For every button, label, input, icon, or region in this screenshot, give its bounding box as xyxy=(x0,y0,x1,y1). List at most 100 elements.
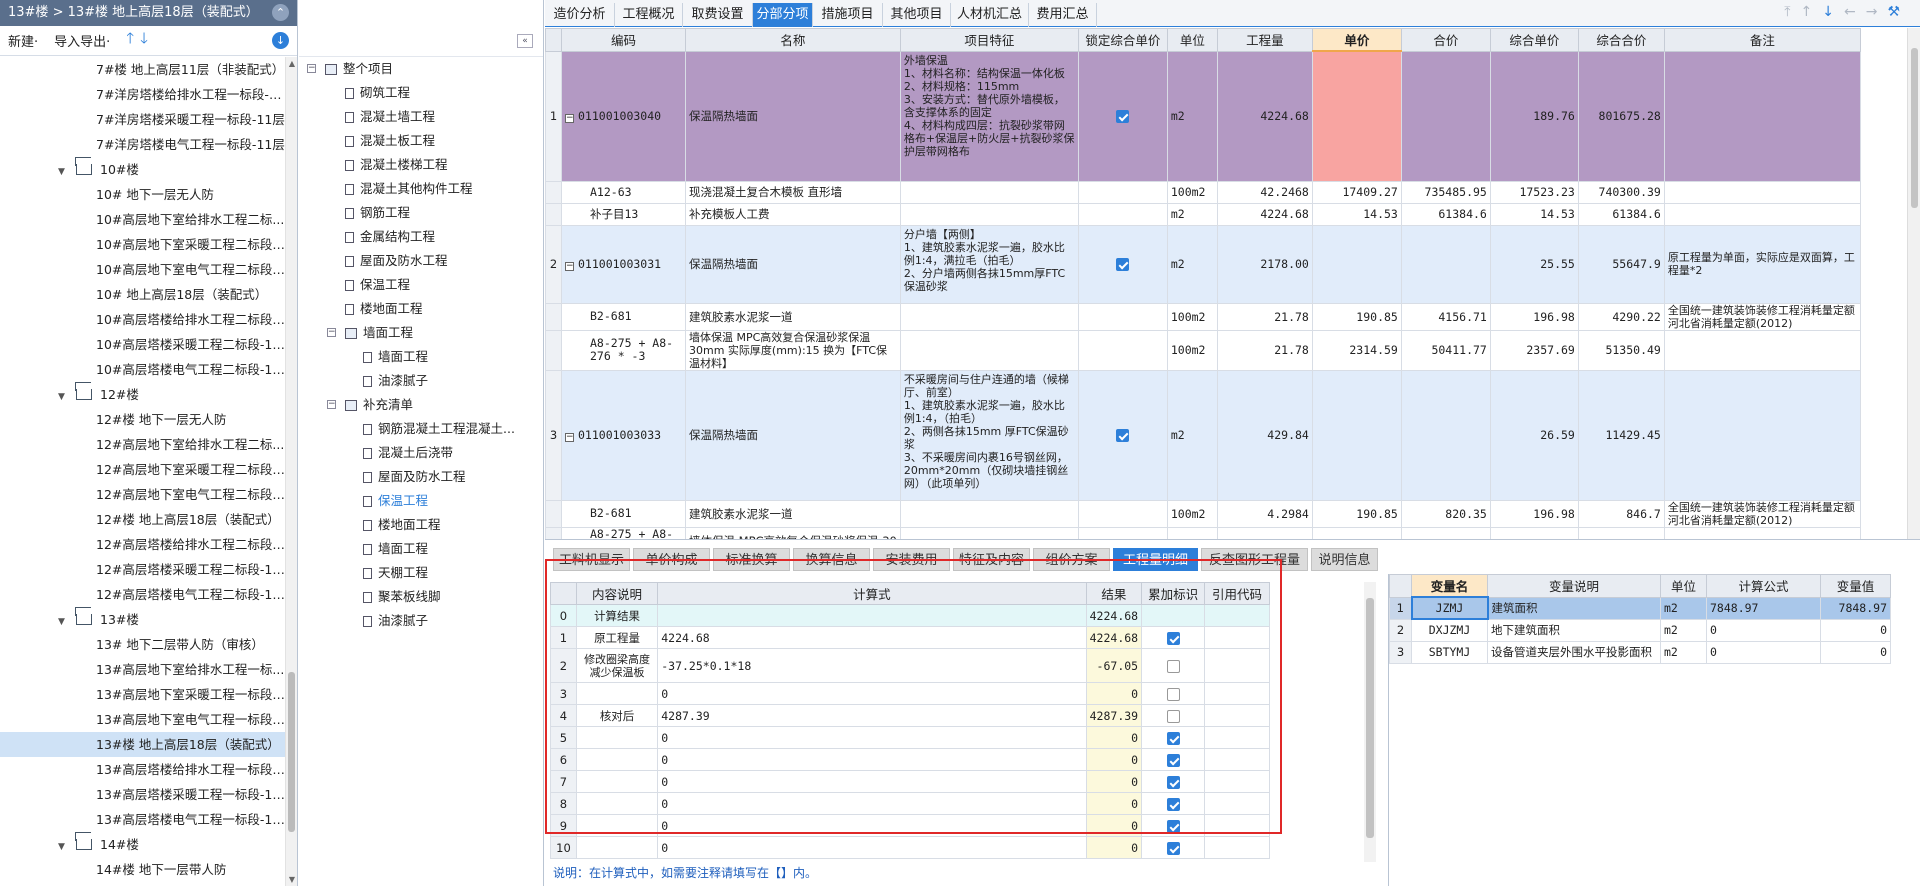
detail-tab-0[interactable]: 工料机显示 xyxy=(553,548,630,571)
qty-expression[interactable]: 0 xyxy=(657,682,1087,705)
qty-header-4[interactable]: 累加标识 xyxy=(1141,582,1206,605)
quantity-cell[interactable]: 42.2468 xyxy=(1216,180,1313,204)
category-tree-item[interactable]: 油漆腻子 xyxy=(299,369,543,393)
project-tree-item[interactable]: 10#高层塔楼电气工程二标段-18层 xyxy=(0,357,286,382)
detail-tab-3[interactable]: 换算信息 xyxy=(793,548,870,571)
expand-toggle-icon[interactable]: ▼ xyxy=(58,835,72,857)
var-code[interactable]: SBTYMJ xyxy=(1411,640,1488,664)
unit-cell[interactable]: 100m2 xyxy=(1166,302,1218,331)
expand-toggle-icon[interactable]: ▼ xyxy=(58,385,72,407)
code-cell[interactable]: A8-275 + A8-276 xyxy=(561,526,686,539)
project-tree-item[interactable]: 12#高层地下室采暖工程二标段-... xyxy=(0,457,286,482)
detail-tab-5[interactable]: 特征及内容 xyxy=(953,548,1030,571)
settings-icon[interactable]: ⚒ xyxy=(1887,4,1910,20)
grid-scrollbar[interactable] xyxy=(1907,28,1920,539)
qty-ref-code[interactable] xyxy=(1204,704,1270,727)
project-tree-item[interactable]: 10#高层塔楼采暖工程二标段-18层 xyxy=(0,332,286,357)
code-cell[interactable]: 补子目13 xyxy=(561,202,686,226)
grid-scroll-thumb[interactable] xyxy=(1911,48,1918,208)
qty-flag-cell[interactable] xyxy=(1141,748,1206,771)
qty-header-2[interactable]: 计算式 xyxy=(657,582,1087,605)
qty-row[interactable]: 7 00 xyxy=(550,770,1270,793)
category-tree-item[interactable]: 钢筋工程 xyxy=(299,201,543,225)
feature-cell[interactable] xyxy=(899,526,1079,539)
code-cell[interactable]: −011001003033 xyxy=(561,369,686,501)
quantity-cell[interactable]: 2178.00 xyxy=(1216,224,1313,304)
expand-toggle-icon[interactable]: ▼ xyxy=(58,610,72,632)
project-tree-item[interactable]: 13#高层地下室采暖工程一标段-... xyxy=(0,682,286,707)
detail-tab-9[interactable]: 说明信息 xyxy=(1311,548,1378,571)
tab-6[interactable]: 人材机汇总 xyxy=(951,3,1029,27)
project-tree-item[interactable]: 13#高层塔楼电气工程一标段-18层 xyxy=(0,807,286,832)
grid-header-6[interactable]: 工程量 xyxy=(1216,28,1313,52)
detail-tab-7[interactable]: 工程量明细 xyxy=(1113,548,1198,571)
qty-desc[interactable] xyxy=(575,814,659,837)
category-tree-item[interactable]: 楼地面工程 xyxy=(299,297,543,321)
project-tree-item[interactable]: 13#高层塔楼采暖工程一标段-18层 xyxy=(0,782,286,807)
code-cell[interactable]: A8-275 + A8-276 * -3 xyxy=(561,329,686,371)
qty-ref-code[interactable] xyxy=(1204,604,1270,627)
sub-item-row[interactable]: 补子目13 补充模板人工费 m2 4224.68 14.53 61384.6 14.53 61… xyxy=(545,202,1861,226)
accumulate-checkbox[interactable] xyxy=(1166,819,1180,833)
qty-flag-cell[interactable] xyxy=(1141,814,1206,837)
var-code[interactable]: JZMJ xyxy=(1410,596,1489,620)
qty-ref-code[interactable] xyxy=(1204,836,1270,859)
remark-cell[interactable] xyxy=(1663,526,1861,539)
quantity-cell[interactable]: 4.2984 xyxy=(1216,499,1313,528)
qty-expression[interactable]: 4224.68 xyxy=(657,626,1087,649)
tab-0[interactable]: 造价分析 xyxy=(545,3,615,27)
qty-flag-cell[interactable] xyxy=(1141,726,1206,749)
unit-cell[interactable]: 100m2 xyxy=(1166,180,1218,204)
sub-item-row[interactable]: A8-275 + A8-276 墙体保温 MPC高效复合保温砂浆保温 30 xyxy=(545,526,1861,539)
project-tree-item[interactable]: 10#高层塔楼给排水工程二标段-... xyxy=(0,307,286,332)
grid-header-3[interactable]: 项目特征 xyxy=(899,28,1079,52)
tab-7[interactable]: 费用汇总 xyxy=(1029,3,1097,27)
unit-price-cell[interactable]: 2314.59 xyxy=(1311,329,1402,371)
project-tree-item[interactable]: ▼ 14#楼 xyxy=(0,832,286,857)
category-tree-item[interactable]: 金属结构工程 xyxy=(299,225,543,249)
unit-cell[interactable]: 100m2 xyxy=(1166,499,1218,528)
qty-expression[interactable]: 0 xyxy=(657,726,1087,749)
qty-ref-code[interactable] xyxy=(1204,682,1270,705)
project-tree-item[interactable]: 12#高层地下室电气工程二标段-... xyxy=(0,482,286,507)
qty-row[interactable]: 1 原工程量 4224.68 4224.68 xyxy=(550,626,1270,649)
qty-desc[interactable]: 计算结果 xyxy=(575,604,659,627)
name-cell[interactable]: 现浇混凝土复合木模板 直形墙 xyxy=(685,180,901,204)
name-cell[interactable]: 补充模板人工费 xyxy=(685,202,901,226)
remark-cell[interactable]: 全国统一建筑装饰装修工程消耗量定额河北省消耗量定额(2012) xyxy=(1663,499,1861,528)
grid-header-4[interactable]: 锁定综合单价 xyxy=(1077,28,1168,52)
project-tree-item[interactable]: 7#洋房塔楼电气工程一标段-11层 xyxy=(0,132,286,157)
category-tree-item[interactable]: 砌筑工程 xyxy=(299,81,543,105)
bill-item-row[interactable]: 3−011001003033 保温隔热墙面 不采暖房间与住户连通的墙（候梯厅、前室）… xyxy=(545,369,1861,501)
quantity-scroll-thumb[interactable] xyxy=(1366,598,1374,838)
unit-cell[interactable]: m2 xyxy=(1166,369,1218,501)
sub-item-row[interactable]: B2-681 建筑胶素水泥浆一道 100m2 4.2984 190.85 820.35 19… xyxy=(545,499,1861,528)
tab-3[interactable]: 分部分项 xyxy=(753,3,813,27)
lock-price-checkbox[interactable] xyxy=(1116,110,1130,123)
accumulate-checkbox[interactable] xyxy=(1166,775,1180,789)
accumulate-checkbox[interactable] xyxy=(1166,797,1180,811)
new-button[interactable]: 新建· xyxy=(8,31,38,50)
lock-price-cell[interactable] xyxy=(1077,302,1168,331)
qty-desc[interactable] xyxy=(575,682,659,705)
grid-header-1[interactable]: 编码 xyxy=(561,28,686,52)
name-cell[interactable]: 建筑胶素水泥浆一道 xyxy=(685,499,901,528)
feature-cell[interactable] xyxy=(899,302,1079,331)
qty-row[interactable]: 2 修改圈梁高度减少保温板 -37.25*0.1*18 -67.05 xyxy=(550,648,1270,683)
sub-item-row[interactable]: B2-681 建筑胶素水泥浆一道 100m2 21.78 190.85 4156.71 19… xyxy=(545,302,1861,331)
code-cell[interactable]: B2-681 xyxy=(561,499,686,528)
qty-header-1[interactable]: 内容说明 xyxy=(575,582,659,605)
qty-desc[interactable]: 核对后 xyxy=(575,704,659,727)
code-cell[interactable]: B2-681 xyxy=(561,302,686,331)
collapse-panel-icon[interactable]: « xyxy=(517,34,533,48)
qty-desc[interactable] xyxy=(575,836,659,859)
quantity-cell[interactable]: 429.84 xyxy=(1216,369,1313,501)
qty-desc[interactable] xyxy=(575,748,659,771)
tab-2[interactable]: 取费设置 xyxy=(683,3,753,27)
project-tree-item[interactable]: 7#洋房塔楼给排水工程一标段-1... xyxy=(0,82,286,107)
lock-price-cell[interactable] xyxy=(1077,369,1168,501)
qty-ref-code[interactable] xyxy=(1204,726,1270,749)
remark-cell[interactable]: 原工程量为单面，实际应是双面算，工程量*2 xyxy=(1663,224,1861,304)
category-tree-item[interactable]: 混凝土板工程 xyxy=(299,129,543,153)
category-tree-item[interactable]: 聚苯板线脚 xyxy=(299,585,543,609)
